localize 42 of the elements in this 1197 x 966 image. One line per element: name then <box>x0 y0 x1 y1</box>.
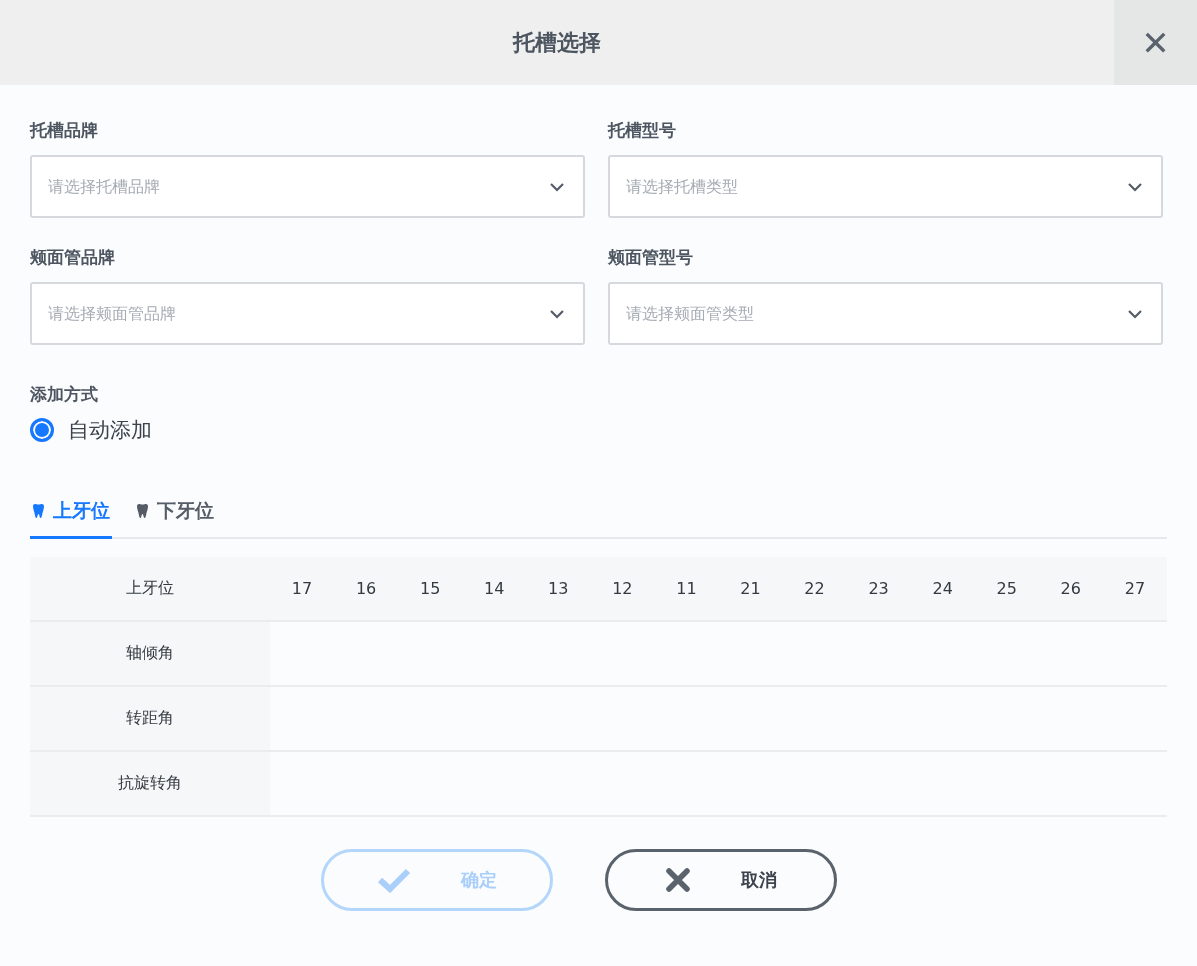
row-header-cell: 转距角 <box>30 686 270 751</box>
chevron-down-icon <box>549 182 565 192</box>
checkmark-icon <box>376 867 411 893</box>
select-field[interactable]: 请选择托槽品牌 <box>30 155 585 218</box>
table-header-cell: 27 <box>1102 557 1167 621</box>
tab[interactable]: 下牙位 <box>134 492 216 539</box>
field-label: 托槽型号 <box>608 119 677 142</box>
row-header-cell: 轴倾角 <box>30 621 270 686</box>
table-header-cell: 22 <box>782 557 847 621</box>
chevron-down-icon <box>1127 309 1143 319</box>
table-header-cell: 21 <box>718 557 783 621</box>
table-header-cell: 上牙位 <box>30 557 270 621</box>
row-header-cell: 抗旋转角 <box>30 751 270 816</box>
select-field[interactable]: 请选择颊面管类型 <box>608 282 1163 345</box>
table-header-cell: 14 <box>462 557 527 621</box>
field-label: 托槽品牌 <box>30 119 99 142</box>
table-header-cell: 24 <box>910 557 975 621</box>
table-header-cell: 15 <box>398 557 463 621</box>
select-field[interactable]: 请选择托槽类型 <box>608 155 1163 218</box>
tooth-icon <box>32 503 45 519</box>
table-header-cell: 17 <box>270 557 335 621</box>
cancel-button[interactable]: 取消 <box>604 849 837 911</box>
close-icon <box>664 867 691 893</box>
table-header-cell: 12 <box>590 557 655 621</box>
radio-button[interactable] <box>30 418 54 442</box>
field-label: 颊面管型号 <box>608 246 694 269</box>
chevron-down-icon <box>549 309 565 319</box>
tooth-icon <box>136 503 149 519</box>
chevron-down-icon <box>1127 182 1143 192</box>
table-header-cell: 16 <box>334 557 399 621</box>
table-header-cell: 23 <box>846 557 911 621</box>
dialog-title: 托槽选择 <box>511 28 602 57</box>
table-header-cell: 11 <box>654 557 719 621</box>
table-header-cell: 13 <box>526 557 591 621</box>
field-label: 颊面管品牌 <box>30 246 116 269</box>
close-button[interactable]: ✕ <box>1114 0 1197 85</box>
radio-label[interactable]: 自动添加 <box>68 416 152 444</box>
select-field[interactable]: 请选择颊面管品牌 <box>30 282 585 345</box>
tab[interactable]: 上牙位 <box>30 492 112 539</box>
field-label: 添加方式 <box>30 383 99 406</box>
table-header-cell: 25 <box>974 557 1039 621</box>
table-header-cell: 26 <box>1038 557 1103 621</box>
